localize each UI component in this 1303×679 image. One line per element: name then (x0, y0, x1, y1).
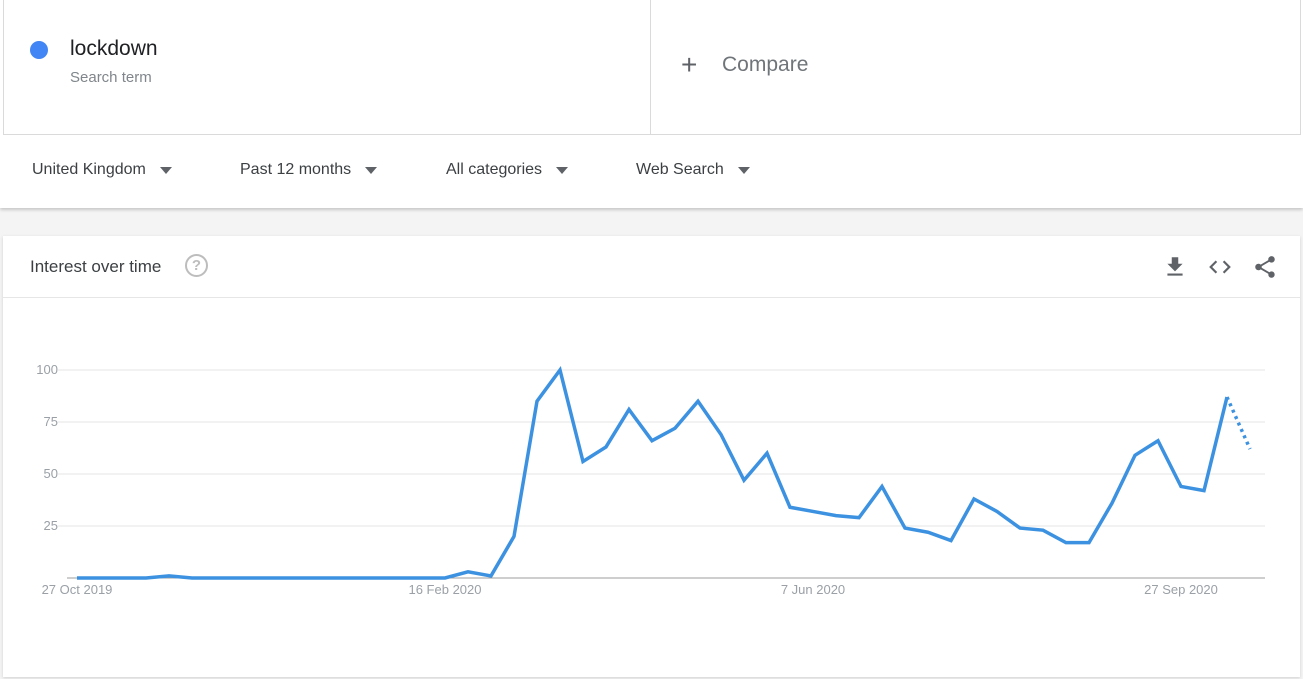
data-point (397, 576, 401, 580)
data-point (305, 576, 309, 580)
data-point (650, 439, 654, 443)
data-point (236, 576, 240, 580)
data-point (811, 509, 815, 513)
filter-region[interactable]: United Kingdom (32, 161, 172, 179)
data-point (1202, 489, 1206, 493)
x-tick-label: 27 Sep 2020 (1144, 582, 1218, 597)
interest-over-time-card: Interest over time ? 25 50 75 100 27 Oct 201… (3, 236, 1300, 677)
filter-search-type-label: Web Search (636, 161, 724, 178)
data-point (696, 399, 700, 403)
data-point (512, 534, 516, 538)
data-point (1133, 453, 1137, 457)
x-tick-label: 7 Jun 2020 (781, 582, 845, 597)
compare-label: Compare (722, 53, 809, 76)
data-point (121, 576, 125, 580)
data-point (880, 484, 884, 488)
data-point (742, 478, 746, 482)
data-point (443, 576, 447, 580)
data-point (1041, 528, 1045, 532)
data-point (972, 497, 976, 501)
data-point (328, 576, 332, 580)
explore-header: lockdown Search term + Compare United Ki… (0, 0, 1303, 208)
x-tick-label: 27 Oct 2019 (42, 582, 113, 597)
plus-icon: + (681, 49, 698, 80)
dropdown-caret-icon (159, 166, 172, 174)
x-tick-label: 16 Feb 2020 (408, 582, 481, 597)
data-point (1064, 541, 1068, 545)
data-point (420, 576, 424, 580)
data-point (1110, 501, 1114, 505)
data-point (673, 426, 677, 430)
y-tick-label: 100 (36, 362, 58, 377)
data-point (1225, 395, 1229, 399)
filter-time-range[interactable]: Past 12 months (240, 161, 378, 179)
data-point (1087, 541, 1091, 545)
data-point (926, 530, 930, 534)
data-point (282, 576, 286, 580)
data-point (1156, 439, 1160, 443)
search-term-name[interactable]: lockdown (70, 37, 158, 61)
data-point (765, 451, 769, 455)
filter-search-type[interactable]: Web Search (636, 161, 750, 179)
data-point (558, 368, 562, 372)
data-point (167, 574, 171, 578)
data-point (788, 505, 792, 509)
data-point (374, 576, 378, 580)
series-partial-segment (1225, 396, 1252, 450)
data-point (535, 399, 539, 403)
y-tick-label: 50 (44, 466, 58, 481)
dropdown-caret-icon (737, 166, 750, 174)
data-point (98, 576, 102, 580)
data-point (75, 576, 79, 580)
data-point (627, 408, 631, 412)
dropdown-caret-icon (556, 166, 569, 174)
filter-category[interactable]: All categories (446, 161, 569, 179)
y-tick-label: 75 (44, 414, 58, 429)
y-tick-label: 25 (44, 518, 58, 533)
data-point (604, 445, 608, 449)
data-point (489, 574, 493, 578)
data-point (351, 576, 355, 580)
data-point (466, 570, 470, 574)
filter-time-range-label: Past 12 months (240, 161, 352, 178)
filter-bar: United Kingdom Past 12 months All catego… (0, 136, 1303, 206)
data-point (995, 509, 999, 513)
dropdown-caret-icon (365, 166, 378, 174)
filter-category-label: All categories (446, 161, 543, 178)
data-point (857, 516, 861, 520)
data-point (213, 576, 217, 580)
data-point (259, 576, 263, 580)
data-point (834, 514, 838, 518)
data-point (903, 526, 907, 530)
data-point (1248, 447, 1252, 451)
interest-line-chart[interactable]: 25 50 75 100 27 Oct 2019 16 Feb 2020 7 Jun 202… (3, 236, 1300, 677)
data-point (719, 432, 723, 436)
search-term-card[interactable]: lockdown Search term (3, 0, 651, 135)
data-point (144, 576, 148, 580)
data-point (190, 576, 194, 580)
data-point (949, 539, 953, 543)
search-term-subtitle: Search term (70, 69, 152, 86)
data-point (581, 460, 585, 464)
data-point (1018, 526, 1022, 530)
filter-region-label: United Kingdom (32, 161, 146, 178)
compare-button[interactable]: + Compare (651, 0, 1301, 135)
data-point (1179, 484, 1183, 488)
term-color-dot (30, 41, 48, 59)
